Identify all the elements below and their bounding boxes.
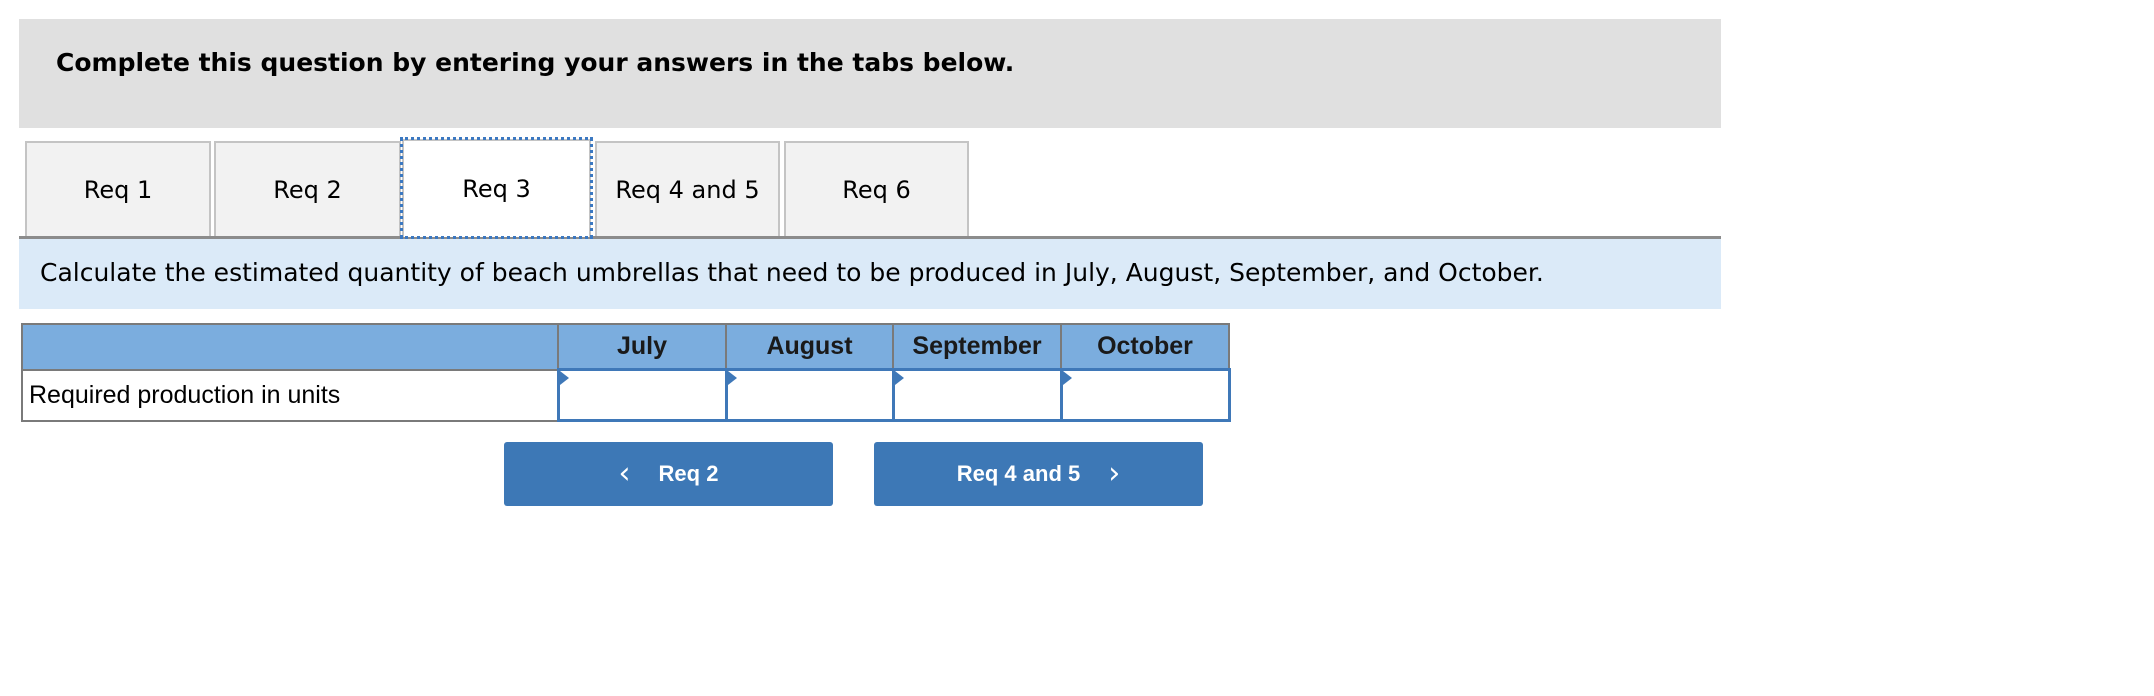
chevron-right-icon: › <box>1108 456 1121 491</box>
table-row: Required production in units <box>21 368 1231 422</box>
next-req-label: Req 4 and 5 <box>956 461 1081 486</box>
instructions-panel: Complete this question by entering your … <box>19 19 1721 128</box>
august-cell <box>724 368 895 422</box>
september-cell <box>891 368 1063 422</box>
input-marker-icon <box>1062 371 1072 385</box>
input-marker-icon <box>559 371 569 385</box>
answer-table: July August September October Required p… <box>21 323 1231 422</box>
column-header-august: August <box>725 323 894 371</box>
tab-req-4-and-5[interactable]: Req 4 and 5 <box>595 141 780 236</box>
september-input[interactable] <box>894 372 1060 418</box>
column-header-july: July <box>557 323 727 371</box>
question-prompt: Calculate the estimated quantity of beac… <box>19 236 1721 309</box>
tab-req-1[interactable]: Req 1 <box>25 141 211 236</box>
tab-req-3[interactable]: Req 3 <box>400 137 593 239</box>
july-cell <box>556 368 728 422</box>
column-header-september: September <box>892 323 1062 371</box>
requirement-tabs: Req 1 Req 2 Req 3 Req 4 and 5 Req 6 <box>19 137 1721 239</box>
next-req-button[interactable]: Req 4 and 5 › <box>874 442 1203 506</box>
column-header-october: October <box>1060 323 1230 371</box>
tab-req-6[interactable]: Req 6 <box>784 141 969 236</box>
header-row: July August September October <box>21 323 1230 371</box>
row-label: Required production in units <box>21 368 559 422</box>
prev-req-button[interactable]: ‹ Req 2 <box>504 442 833 506</box>
october-cell <box>1059 368 1231 422</box>
column-header-blank <box>21 323 559 371</box>
instructions-text: Complete this question by entering your … <box>56 48 1015 77</box>
chevron-left-icon: ‹ <box>618 456 631 491</box>
october-input[interactable] <box>1062 372 1228 418</box>
july-input[interactable] <box>559 372 725 418</box>
input-marker-icon <box>727 371 737 385</box>
prev-req-label: Req 2 <box>658 461 719 486</box>
input-marker-icon <box>894 371 904 385</box>
prompt-text: Calculate the estimated quantity of beac… <box>40 258 1544 287</box>
august-input[interactable] <box>727 372 892 418</box>
tab-req-2[interactable]: Req 2 <box>214 141 401 236</box>
